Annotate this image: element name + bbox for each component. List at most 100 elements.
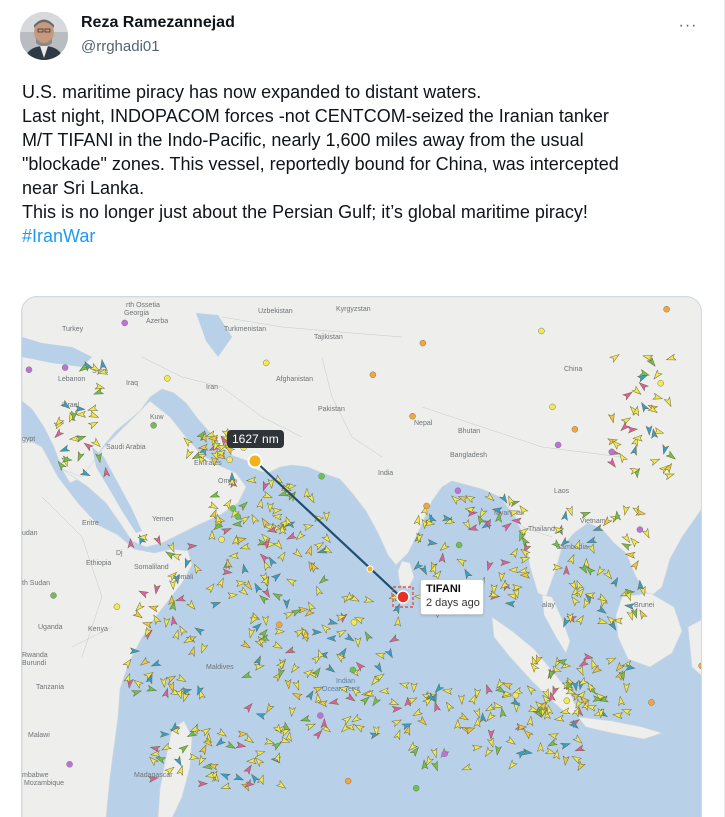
port-dot-icon xyxy=(318,473,325,480)
label-kuwait: Kuw xyxy=(150,414,165,421)
port-dot-icon xyxy=(648,699,655,706)
port-dot-icon xyxy=(512,692,519,699)
author-handle[interactable]: @rrghadi01 xyxy=(81,38,160,55)
label-cambodia: Cambodia xyxy=(556,544,588,551)
port-dot-icon xyxy=(262,359,270,367)
label-pakistan: Pakistan xyxy=(318,406,345,413)
label-tajikistan: Tajikistan xyxy=(314,334,343,341)
port-dot-icon xyxy=(608,448,616,456)
avatar-image xyxy=(20,12,68,60)
port-dot-icon xyxy=(164,375,171,382)
label-iraq: Iraq xyxy=(126,380,138,387)
port-dot-icon xyxy=(25,366,33,373)
label-rwanda: Rwanda xyxy=(22,652,48,659)
port-dot-icon xyxy=(121,319,128,327)
port-dot-icon xyxy=(50,592,57,599)
port-dot-icon xyxy=(234,513,242,520)
tweet-line: This is no longer just about the Persian… xyxy=(22,202,588,222)
label-china: China xyxy=(564,366,582,373)
label-afghanistan: Afghanistan xyxy=(276,376,313,383)
tweet-line: "blockade" zones. This vessel, reportedl… xyxy=(22,154,619,174)
avatar[interactable] xyxy=(20,12,68,60)
label-saudi: Saudi Arabia xyxy=(106,444,146,451)
label-bangladesh: Bangladesh xyxy=(450,452,487,459)
port-dot-icon xyxy=(409,412,416,420)
tweet-line: Last night, INDOPACOM forces -not CENTCO… xyxy=(22,106,609,126)
port-dot-icon xyxy=(226,456,233,463)
port-dot-icon xyxy=(419,339,427,347)
hashtag-link[interactable]: #IranWar xyxy=(22,226,95,246)
origin-marker xyxy=(247,453,263,469)
label-burundi: Burundi xyxy=(22,660,47,667)
port-dot-icon xyxy=(350,619,358,626)
port-dot-icon xyxy=(549,403,556,411)
port-dot-icon xyxy=(538,327,545,335)
port-dot-icon xyxy=(663,305,670,313)
label-mozambique: Mozambique xyxy=(24,780,64,787)
label-south-sudan: th Sudan xyxy=(22,580,50,587)
port-dot-icon xyxy=(218,536,225,543)
label-malaysia: alay xyxy=(542,602,555,609)
vessel-popup[interactable]: TIFANI 2 days ago xyxy=(420,579,484,615)
vessel-last-seen: 2 days ago xyxy=(426,597,480,609)
more-dots-icon: ··· xyxy=(678,17,698,34)
distance-badge: 1627 nm xyxy=(227,430,284,448)
label-iran: Iran xyxy=(206,384,218,391)
port-dot-icon xyxy=(657,380,664,387)
label-georgia: Georgia xyxy=(124,310,149,317)
label-yemen: Yemen xyxy=(152,516,174,523)
label-eritrea: Eritre xyxy=(82,520,99,527)
vessel-marker[interactable] xyxy=(396,590,410,604)
port-dot-icon xyxy=(66,761,73,768)
label-vietnam: Vietnam xyxy=(580,518,606,525)
label-kenya: Kenya xyxy=(88,626,108,633)
tweet-line: U.S. maritime piracy has now expanded to… xyxy=(22,82,482,102)
label-indian-ocean: Indian xyxy=(336,678,355,685)
port-dot-icon xyxy=(150,422,157,429)
label-emirates: Emirates xyxy=(194,460,222,467)
port-dot-icon xyxy=(563,697,571,704)
port-dot-icon xyxy=(441,750,448,758)
label-kyrgyzstan: Kyrgyzstan xyxy=(336,306,371,313)
port-dot-icon xyxy=(229,505,237,512)
port-dot-icon xyxy=(454,487,462,494)
label-turkmenistan: Turkmenistan xyxy=(224,326,266,333)
port-dot-icon xyxy=(275,621,283,629)
port-dot-icon xyxy=(636,526,644,533)
tweet-line: M/T TIFANI in the Indo-Pacific, nearly 1… xyxy=(22,130,584,150)
tweet-text: U.S. maritime piracy has now expanded to… xyxy=(22,80,702,248)
label-tanzania: Tanzania xyxy=(36,684,64,691)
author-name[interactable]: Reza Ramezannejad xyxy=(81,14,235,32)
label-turkey: Turkey xyxy=(62,326,84,333)
label-djibouti: Dj xyxy=(116,550,123,557)
port-dot-icon xyxy=(423,502,430,510)
port-dot-icon xyxy=(455,541,463,549)
port-dot-icon xyxy=(317,712,324,719)
tweet-line: near Sri Lanka. xyxy=(22,178,145,198)
label-lebanon: Lebanon xyxy=(58,376,85,383)
label-thailand: Thailand xyxy=(528,526,555,533)
label-egypt: gypt xyxy=(22,436,35,443)
port-dot-icon xyxy=(344,777,352,785)
route-waypoint xyxy=(366,565,374,573)
label-laos: Laos xyxy=(554,488,570,495)
port-dot-icon xyxy=(369,371,377,378)
port-dot-icon xyxy=(113,603,121,610)
more-options-button[interactable]: ··· xyxy=(674,12,702,40)
label-bhutan: Bhutan xyxy=(458,428,480,435)
port-dot-icon xyxy=(349,666,357,674)
label-ethiopia: Ethiopia xyxy=(86,560,111,567)
label-malawi: Malawi xyxy=(28,732,50,739)
label-uzbekistan: Uzbekistan xyxy=(258,308,293,315)
label-azerba: Azerba xyxy=(146,318,168,325)
label-uganda: Uganda xyxy=(38,624,63,631)
tweet-media-map[interactable]: rth Ossetia Georgia Azerba Uzbekistan Ky… xyxy=(21,296,702,817)
port-dot-icon xyxy=(412,784,420,792)
tweet-card: Reza Ramezannejad @rrghadi01 ··· U.S. ma… xyxy=(0,0,725,817)
vessel-name: TIFANI xyxy=(426,583,461,595)
label-zimbabwe: mbabwe xyxy=(22,772,49,779)
port-dot-icon xyxy=(61,364,69,371)
label-nepal: Nepal xyxy=(414,420,433,427)
port-dot-icon xyxy=(571,426,579,433)
label-sudan: udan xyxy=(22,530,38,537)
